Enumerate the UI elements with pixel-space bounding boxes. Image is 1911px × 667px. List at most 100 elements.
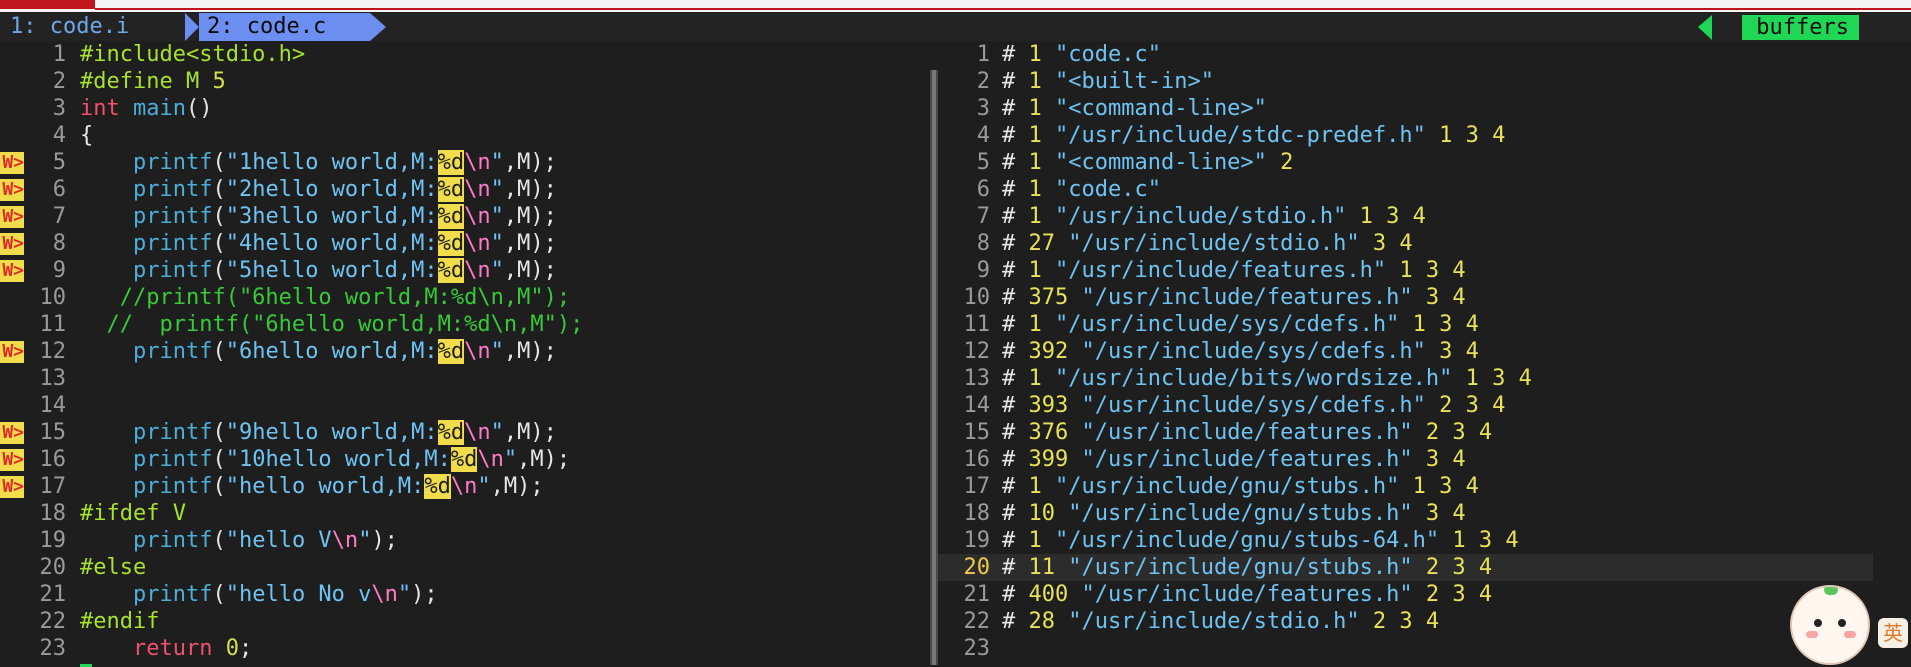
ime-indicator[interactable]: 英	[1878, 618, 1908, 648]
left-code-line[interactable]: 20 #else	[0, 554, 930, 581]
right-code-line[interactable]: 15 # 376 "/usr/include/features.h" 2 3 4	[938, 419, 1873, 446]
line-text: //printf("6hello world,M:%d\n,M");	[80, 284, 570, 311]
left-code-line[interactable]: 13	[0, 365, 930, 392]
top-red-tab	[0, 0, 95, 9]
left-code-line[interactable]: 2 #define M 5	[0, 68, 930, 95]
left-code-line[interactable]: 22 #endif	[0, 608, 930, 635]
right-code-line[interactable]: 20 # 11 "/usr/include/gnu/stubs.h" 2 3 4	[938, 554, 1873, 581]
vertical-split-scrollbar[interactable]	[930, 70, 938, 665]
left-code-line[interactable]: W> 8 printf("4hello world,M:%d\n",M);	[0, 230, 930, 257]
left-code-line[interactable]: W> 9 printf("5hello world,M:%d\n",M);	[0, 257, 930, 284]
line-number: 1	[976, 42, 990, 67]
token-plain: (	[212, 420, 226, 445]
token-hash: #	[1002, 312, 1029, 337]
token-plain: {	[80, 123, 94, 148]
right-code-line[interactable]: 23	[938, 635, 1873, 662]
left-code-line[interactable]: 1 #include<stdio.h>	[0, 41, 930, 68]
editor-pane-code-i[interactable]: 1 # 1 "code.c" 2 # 1 "<built-in>" 3 # 1 "<com…	[938, 41, 1873, 665]
right-code-line[interactable]: 8 # 27 "/usr/include/stdio.h" 3 4	[938, 230, 1873, 257]
right-code-line[interactable]: 18 # 10 "/usr/include/gnu/stubs.h" 3 4	[938, 500, 1873, 527]
right-code-line[interactable]: 3 # 1 "<command-line>"	[938, 95, 1873, 122]
token-flag: 3 4	[1439, 339, 1479, 364]
warning-sign-icon[interactable]: W>	[0, 260, 24, 282]
line-text: printf("4hello world,M:%d\n",M);	[80, 230, 557, 257]
left-code-line[interactable]: W> 6 printf("2hello world,M:%d\n",M);	[0, 176, 930, 203]
right-code-line[interactable]: 19 # 1 "/usr/include/gnu/stubs-64.h" 1 3 …	[938, 527, 1873, 554]
left-code-line[interactable]: 14	[0, 392, 930, 419]
right-code-line[interactable]: 12 # 392 "/usr/include/sys/cdefs.h" 3 4	[938, 338, 1873, 365]
left-code-line[interactable]: W> 5 printf("1hello world,M:%d\n",M);	[0, 149, 930, 176]
warning-sign-icon[interactable]: W>	[0, 179, 24, 201]
right-code-line[interactable]: 6 # 1 "code.c"	[938, 176, 1873, 203]
mascot-cheek-right	[1844, 631, 1856, 638]
token-hash: #	[1002, 177, 1029, 202]
editor-pane-code-c[interactable]: 1 #include<stdio.h> 2 #define M 5 3 int main(…	[0, 41, 930, 665]
left-code-line[interactable]: 3 int main()	[0, 95, 930, 122]
token-flag: 10	[1028, 501, 1056, 526]
left-code-line[interactable]: 4{	[0, 122, 930, 149]
left-code-line[interactable]: 21 printf("hello No v\n");	[0, 581, 930, 608]
token-plain: ,M);	[503, 177, 557, 202]
right-code-line[interactable]: 5 # 1 "<command-line>" 2	[938, 149, 1873, 176]
left-code-line[interactable]: W> 7 printf("3hello world,M:%d\n",M);	[0, 203, 930, 230]
left-code-line[interactable]: 18 #ifdef V	[0, 500, 930, 527]
right-code-line[interactable]: 14 # 393 "/usr/include/sys/cdefs.h" 2 3 4	[938, 392, 1873, 419]
right-code-line[interactable]: 21 # 400 "/usr/include/features.h" 2 3 4	[938, 581, 1873, 608]
token-hash: #	[1002, 555, 1029, 580]
warning-sign-icon[interactable]: W>	[0, 152, 24, 174]
right-code-line[interactable]: 17 # 1 "/usr/include/gnu/stubs.h" 1 3 4	[938, 473, 1873, 500]
warning-sign-icon[interactable]: W>	[0, 341, 24, 363]
tab-code-c[interactable]: 2: code.c	[185, 13, 370, 41]
tab-code-i[interactable]: 1: code.i	[0, 13, 185, 41]
warning-sign-icon[interactable]: W>	[0, 449, 24, 471]
right-code-line[interactable]: 22 # 28 "/usr/include/stdio.h" 2 3 4	[938, 608, 1873, 635]
left-code-line[interactable]: W> 16 printf("10hello world,M:%d\n",M);	[0, 446, 930, 473]
line-text: # 1 "code.c"	[1002, 176, 1161, 203]
right-code-line[interactable]: 16 # 399 "/usr/include/features.h" 3 4	[938, 446, 1873, 473]
mascot-eye-right	[1838, 619, 1846, 627]
token-fn: printf	[132, 258, 213, 283]
token-str: "5hello world,M:	[225, 258, 438, 283]
token-fn: printf	[132, 177, 213, 202]
token-fmt: %d	[437, 204, 465, 229]
left-code-line[interactable]: 11 // printf("6hello world,M:%d\n,M");	[0, 311, 930, 338]
token-pstr: "/usr/include/features.h"	[1055, 258, 1387, 283]
left-code-line[interactable]: 10 //printf("6hello world,M:%d\n,M");	[0, 284, 930, 311]
right-code-line[interactable]: 2 # 1 "<built-in>"	[938, 68, 1873, 95]
warning-sign-icon[interactable]: W>	[0, 422, 24, 444]
right-code-line[interactable]: 4 # 1 "/usr/include/stdc-predef.h" 1 3 4	[938, 122, 1873, 149]
left-code-line[interactable]: 19 printf("hello V\n");	[0, 527, 930, 554]
right-code-line[interactable]: 7 # 1 "/usr/include/stdio.h" 1 3 4	[938, 203, 1873, 230]
left-code-line[interactable]: W> 17 printf("hello world,M:%d\n",M);	[0, 473, 930, 500]
right-code-line[interactable]: 11 # 1 "/usr/include/sys/cdefs.h" 1 3 4	[938, 311, 1873, 338]
token-flag: 399	[1028, 447, 1069, 472]
right-code-line[interactable]: 9 # 1 "/usr/include/features.h" 1 3 4	[938, 257, 1873, 284]
token-pp: #ifdef V	[80, 501, 186, 526]
line-number: 8	[976, 231, 990, 256]
right-code-line[interactable]: 10 # 375 "/usr/include/features.h" 3 4	[938, 284, 1873, 311]
token-flag: 1	[1028, 96, 1042, 121]
right-code-line[interactable]: 13 # 1 "/usr/include/bits/wordsize.h" 1 3…	[938, 365, 1873, 392]
left-code-line[interactable]: W> 15 printf("9hello world,M:%d\n",M);	[0, 419, 930, 446]
token-hash: #	[1002, 258, 1029, 283]
line-number: 19	[963, 528, 991, 553]
warning-sign-icon[interactable]: W>	[0, 233, 24, 255]
left-code-line[interactable]: W> 12 printf("6hello world,M:%d\n",M);	[0, 338, 930, 365]
left-code-line[interactable]: 23 return 0;	[0, 635, 930, 662]
buffers-label[interactable]: buffers	[1742, 15, 1859, 40]
warning-sign-icon[interactable]: W>	[0, 476, 24, 498]
token-flag: 2 3 4	[1425, 420, 1493, 445]
token-cmt: // printf("6hello world,M:%d\n,M");	[80, 312, 584, 337]
right-code-line[interactable]: 1 # 1 "code.c"	[938, 41, 1873, 68]
scrollbar-thumb[interactable]	[932, 70, 936, 665]
warning-sign-icon[interactable]: W>	[0, 206, 24, 228]
